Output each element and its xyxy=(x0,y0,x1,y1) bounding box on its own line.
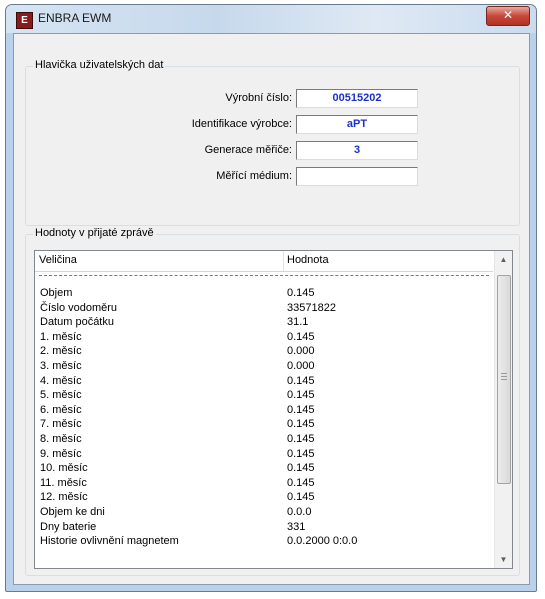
list-item[interactable]: Objem ke dni 0.0.0 xyxy=(35,505,493,520)
values-group-legend: Hodnoty v přijaté zprávě xyxy=(33,227,156,239)
item-name: 3. měsíc xyxy=(40,359,82,372)
list-item[interactable]: 1. měsíc 0.145 xyxy=(35,330,493,345)
item-value: 0.145 xyxy=(287,476,315,489)
item-value: 33571822 xyxy=(287,301,336,314)
item-name: 2. měsíc xyxy=(40,345,82,358)
item-value: 31.1 xyxy=(287,316,309,329)
item-name: Dny baterie xyxy=(40,520,97,533)
list-item[interactable]: 5. měsíc 0.145 xyxy=(35,388,493,403)
item-value: 0.145 xyxy=(287,403,315,416)
list-item[interactable]: Datum počátku 31.1 xyxy=(35,315,493,330)
list-item[interactable]: 6. měsíc 0.145 xyxy=(35,403,493,418)
meter-generation-label: Generace měřiče: xyxy=(204,144,292,156)
item-value: 0.145 xyxy=(287,389,315,402)
list-item[interactable]: Historie ovlivnění magnetem 0.0.2000 0:0.… xyxy=(35,534,493,549)
item-value: 0.145 xyxy=(287,374,315,387)
scroll-down-icon[interactable]: ▼ xyxy=(495,551,512,568)
grip-icon xyxy=(501,373,507,381)
item-value: 0.145 xyxy=(287,330,315,343)
item-name: Objem ke dni xyxy=(40,505,105,518)
item-name: Datum počátku xyxy=(40,316,114,329)
manufacturer-id-row: Identifikace výrobce: aPT xyxy=(26,115,519,137)
list-item[interactable]: 11. měsíc 0.145 xyxy=(35,476,493,491)
column-divider[interactable] xyxy=(283,251,284,271)
medium-label: Měřící médium: xyxy=(216,170,292,182)
list-item[interactable]: 8. měsíc 0.145 xyxy=(35,432,493,447)
separator-line xyxy=(39,275,489,276)
item-value: 0.000 xyxy=(287,345,315,358)
list-item[interactable]: 7. měsíc 0.145 xyxy=(35,417,493,432)
window-client-area: Hlavička uživatelských dat Výrobní číslo… xyxy=(13,33,530,585)
app-icon[interactable]: E xyxy=(16,12,33,29)
list-item[interactable]: 3. měsíc 0.000 xyxy=(35,359,493,374)
app-window: E ENBRA EWM ✕ Hlavička uživatelských dat… xyxy=(5,4,537,592)
header-group-legend: Hlavička uživatelských dat xyxy=(33,59,166,71)
list-item[interactable]: Dny baterie 331 xyxy=(35,520,493,535)
item-value: 0.145 xyxy=(287,462,315,475)
user-data-header-group: Hlavička uživatelských dat Výrobní číslo… xyxy=(25,59,520,226)
meter-generation-row: Generace měřiče: 3 xyxy=(26,141,519,163)
close-button[interactable]: ✕ xyxy=(486,6,530,26)
item-name: 6. měsíc xyxy=(40,403,82,416)
values-list[interactable]: Veličina Hodnota Objem 0.145 Číslo vodomě… xyxy=(34,250,513,569)
item-value: 0.145 xyxy=(287,491,315,504)
item-name: 1. měsíc xyxy=(40,330,82,343)
list-item[interactable]: 10. měsíc 0.145 xyxy=(35,461,493,476)
medium-row: Měřící médium: xyxy=(26,167,519,189)
list-item[interactable]: Objem 0.145 xyxy=(35,286,493,301)
item-value: 0.145 xyxy=(287,432,315,445)
list-rows: Objem 0.145 Číslo vodoměru 33571822 Datum … xyxy=(35,286,493,549)
medium-field[interactable] xyxy=(296,167,418,186)
column-header-value[interactable]: Hodnota xyxy=(287,254,329,266)
vertical-scrollbar[interactable]: ▲ ▼ xyxy=(494,251,512,568)
list-item[interactable]: 4. měsíc 0.145 xyxy=(35,374,493,389)
serial-number-row: Výrobní číslo: 00515202 xyxy=(26,89,519,111)
item-name: 9. měsíc xyxy=(40,447,82,460)
item-name: 10. měsíc xyxy=(40,462,88,475)
manufacturer-id-label: Identifikace výrobce: xyxy=(191,118,292,130)
item-name: 11. měsíc xyxy=(40,476,87,489)
item-name: Historie ovlivnění magnetem xyxy=(40,535,179,548)
received-values-group: Hodnoty v přijaté zprávě Veličina Hodnot… xyxy=(25,227,520,576)
item-value: 0.0.0 xyxy=(287,505,312,518)
item-value: 0.145 xyxy=(287,418,315,431)
meter-generation-field[interactable]: 3 xyxy=(296,141,418,160)
item-name: 7. měsíc xyxy=(40,418,82,431)
list-item[interactable]: Číslo vodoměru 33571822 xyxy=(35,301,493,316)
manufacturer-id-field[interactable]: aPT xyxy=(296,115,418,134)
list-item[interactable]: 2. měsíc 0.000 xyxy=(35,344,493,359)
item-name: 8. měsíc xyxy=(40,432,82,445)
window-title: ENBRA EWM xyxy=(38,11,112,25)
list-item[interactable]: 9. měsíc 0.145 xyxy=(35,447,493,462)
scroll-thumb[interactable] xyxy=(497,275,511,484)
item-value: 0.000 xyxy=(287,359,315,372)
item-name: 5. měsíc xyxy=(40,389,82,402)
item-value: 0.0.2000 0:0.0 xyxy=(287,535,358,548)
scroll-up-icon[interactable]: ▲ xyxy=(495,251,512,268)
serial-number-label: Výrobní číslo: xyxy=(225,92,292,104)
item-value: 0.145 xyxy=(287,287,315,299)
list-header: Veličina Hodnota xyxy=(35,251,493,272)
title-bar[interactable]: E ENBRA EWM ✕ xyxy=(6,5,536,33)
column-header-quantity[interactable]: Veličina xyxy=(39,254,77,266)
item-value: 331 xyxy=(287,520,306,533)
item-name: Objem xyxy=(40,287,73,299)
list-item[interactable]: 12. měsíc 0.145 xyxy=(35,490,493,505)
item-name: 4. měsíc xyxy=(40,374,82,387)
item-name: 12. měsíc xyxy=(40,491,88,504)
item-name: Číslo vodoměru xyxy=(40,301,118,314)
serial-number-field[interactable]: 00515202 xyxy=(296,89,418,108)
item-value: 0.145 xyxy=(287,447,315,460)
